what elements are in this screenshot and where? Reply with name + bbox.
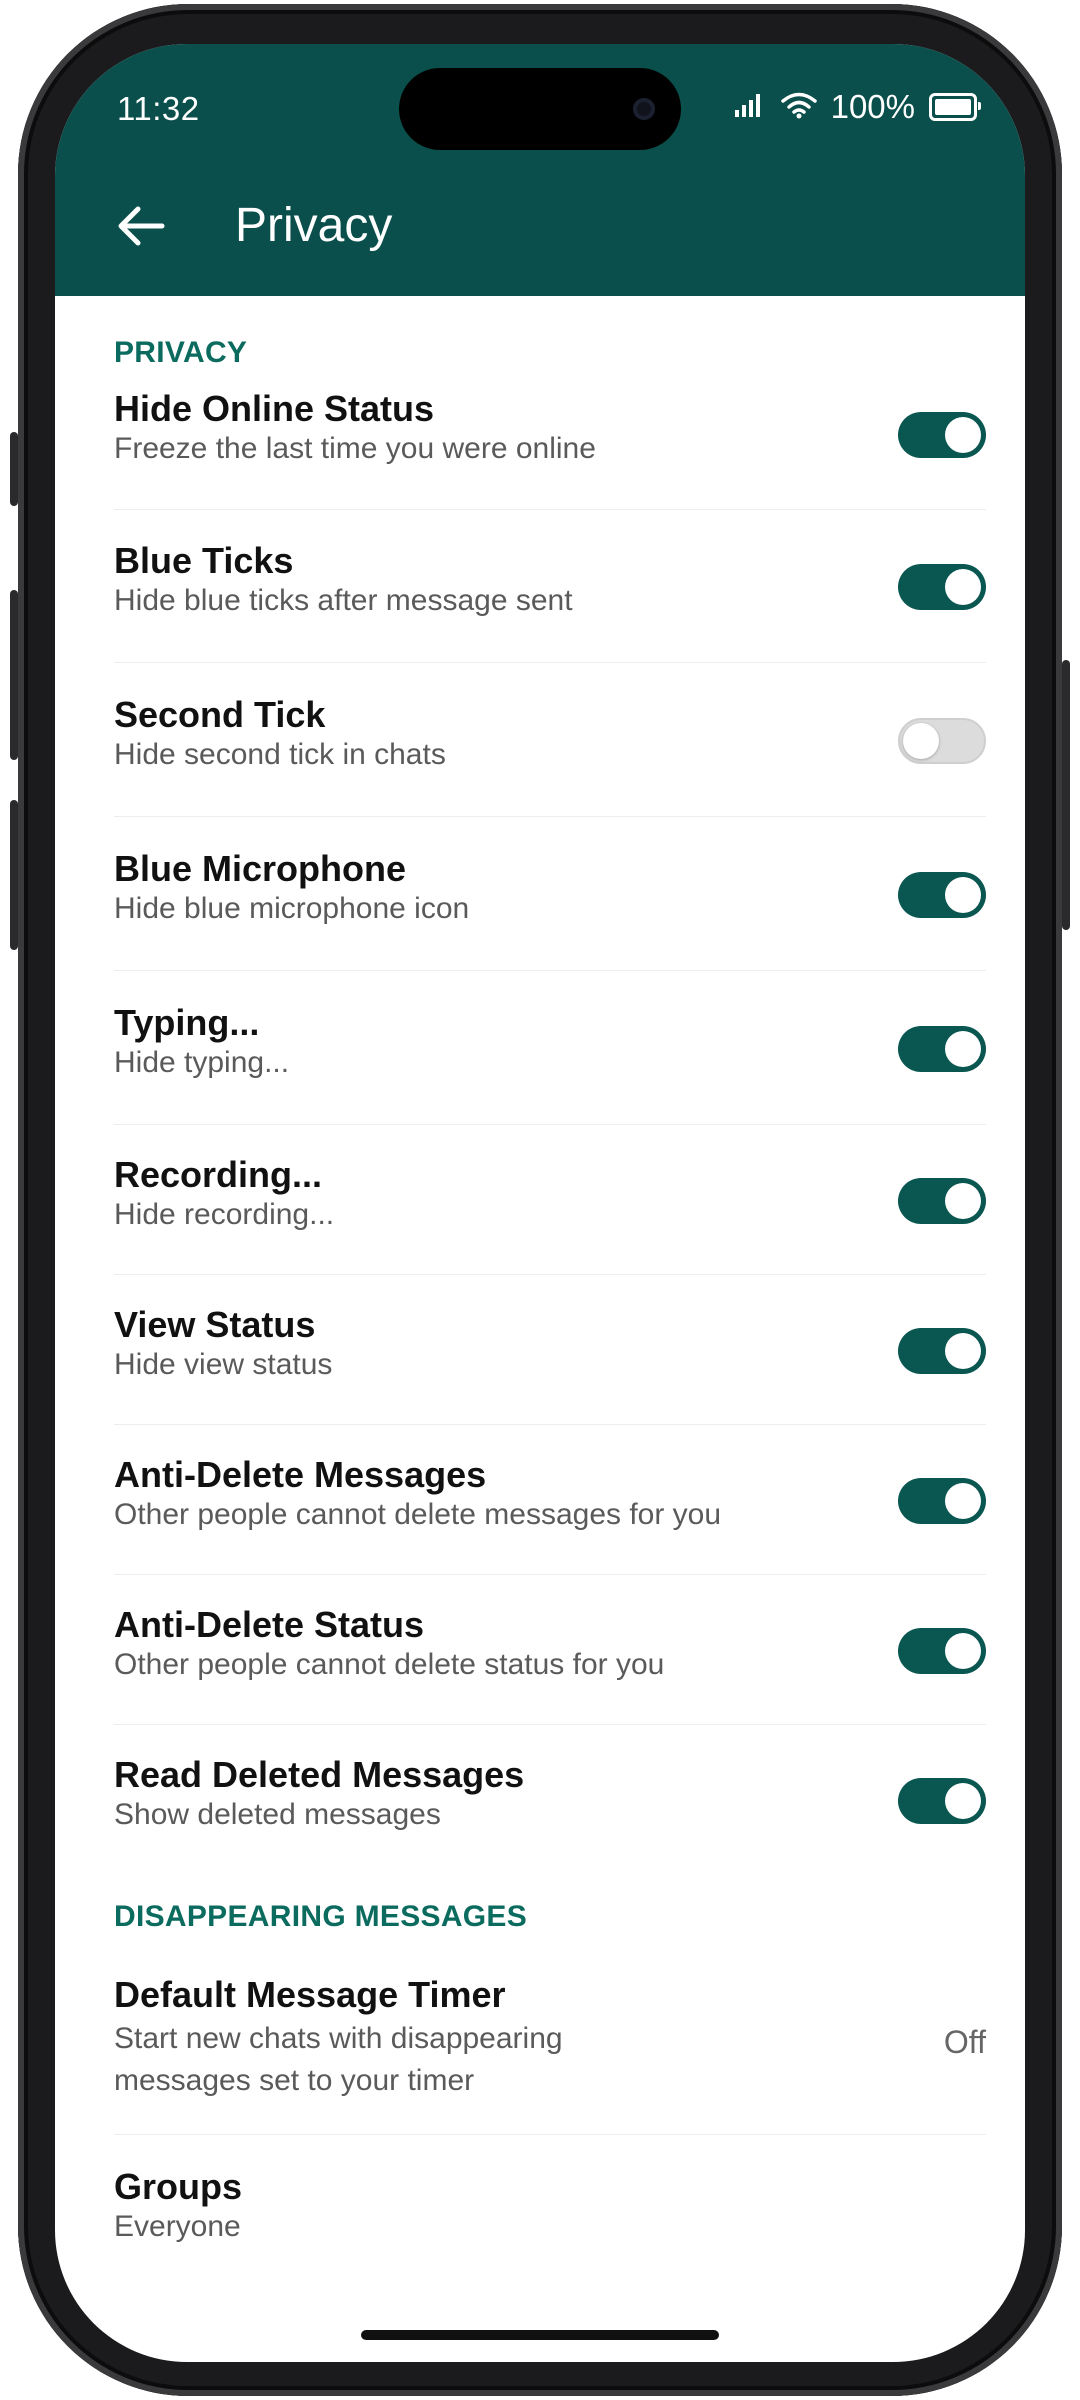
- home-indicator[interactable]: [361, 2330, 719, 2340]
- setting-default-message-timer[interactable]: Default Message Timer Start new chats wi…: [114, 1974, 986, 2135]
- setting-subtitle: Other people cannot delete messages for …: [114, 1498, 722, 1531]
- setting-subtitle-line-1: Start new chats with disappearing: [114, 2022, 563, 2055]
- battery-icon: [929, 93, 981, 121]
- section-header-privacy: PRIVACY: [114, 336, 248, 369]
- battery-percentage: 100%: [830, 88, 915, 125]
- setting-title: View Status: [114, 1304, 316, 1345]
- divider: [114, 1724, 986, 1725]
- setting-subtitle: Hide blue ticks after message sent: [114, 584, 573, 617]
- read-deleted-messages-toggle[interactable]: [898, 1778, 986, 1824]
- action-button: [10, 432, 18, 506]
- dynamic-island: [399, 68, 681, 150]
- setting-typing[interactable]: Typing... Hide typing...: [114, 1002, 986, 1125]
- divider: [114, 816, 986, 817]
- divider: [114, 509, 986, 510]
- setting-view-status[interactable]: View Status Hide view status: [114, 1304, 986, 1425]
- power-button: [1062, 660, 1070, 930]
- divider: [114, 1124, 986, 1125]
- setting-title: Read Deleted Messages: [114, 1754, 525, 1795]
- back-button[interactable]: [111, 196, 171, 256]
- divider: [114, 662, 986, 663]
- setting-title: Second Tick: [114, 694, 326, 735]
- status-time: 11:32: [117, 90, 200, 127]
- setting-title: Typing...: [114, 1002, 260, 1043]
- setting-recording[interactable]: Recording... Hide recording...: [114, 1154, 986, 1275]
- hide-online-status-toggle[interactable]: [898, 412, 986, 458]
- setting-anti-delete-messages[interactable]: Anti-Delete Messages Other people cannot…: [114, 1454, 986, 1575]
- setting-subtitle: Hide recording...: [114, 1198, 335, 1231]
- arrow-left-icon: [118, 206, 165, 246]
- setting-subtitle: Hide second tick in chats: [114, 738, 446, 771]
- setting-title: Default Message Timer: [114, 1974, 506, 2015]
- setting-title: Anti-Delete Messages: [114, 1454, 487, 1495]
- screen: 11:32 100% Privacy PRIVACY Hide Online S…: [55, 44, 1025, 2362]
- recording-toggle[interactable]: [898, 1178, 986, 1224]
- volume-up-button: [10, 590, 18, 760]
- setting-subtitle: Hide blue microphone icon: [114, 892, 470, 925]
- divider: [114, 1274, 986, 1275]
- wifi-icon: [780, 91, 817, 124]
- second-tick-toggle[interactable]: [898, 718, 986, 764]
- setting-groups[interactable]: Groups Everyone: [114, 2166, 986, 2264]
- setting-subtitle: Everyone: [114, 2210, 241, 2243]
- setting-subtitle: Freeze the last time you were online: [114, 432, 596, 465]
- view-status-toggle[interactable]: [898, 1328, 986, 1374]
- setting-title: Blue Microphone: [114, 848, 407, 889]
- divider: [114, 2134, 986, 2135]
- app-bar: 11:32 100% Privacy: [55, 44, 1025, 296]
- status-icons: 100%: [733, 88, 981, 126]
- setting-title: Groups: [114, 2166, 243, 2207]
- setting-subtitle: Show deleted messages: [114, 1798, 441, 1831]
- setting-title: Blue Ticks: [114, 540, 294, 581]
- section-header-disappearing-messages: DISAPPEARING MESSAGES: [114, 1900, 528, 1933]
- divider: [114, 970, 986, 971]
- anti-delete-messages-toggle[interactable]: [898, 1478, 986, 1524]
- front-camera: [633, 98, 655, 120]
- setting-hide-online-status[interactable]: Hide Online Status Freeze the last time …: [114, 388, 986, 510]
- blue-microphone-toggle[interactable]: [898, 872, 986, 918]
- setting-second-tick[interactable]: Second Tick Hide second tick in chats: [114, 694, 986, 817]
- divider: [114, 1574, 986, 1575]
- blue-ticks-toggle[interactable]: [898, 564, 986, 610]
- setting-title: Anti-Delete Status: [114, 1604, 425, 1645]
- divider: [114, 1424, 986, 1425]
- setting-title: Recording...: [114, 1154, 323, 1195]
- setting-read-deleted-messages[interactable]: Read Deleted Messages Show deleted messa…: [114, 1754, 986, 1852]
- volume-down-button: [10, 800, 18, 950]
- anti-delete-status-toggle[interactable]: [898, 1628, 986, 1674]
- typing-toggle[interactable]: [898, 1026, 986, 1072]
- page-title: Privacy: [235, 199, 393, 252]
- setting-subtitle-line-2: messages set to your timer: [114, 2064, 475, 2097]
- phone-device: 11:32 100% Privacy PRIVACY Hide Online S…: [0, 0, 1080, 2400]
- setting-blue-ticks[interactable]: Blue Ticks Hide blue ticks after message…: [114, 540, 986, 663]
- setting-anti-delete-status[interactable]: Anti-Delete Status Other people cannot d…: [114, 1604, 986, 1725]
- timer-value: Off: [943, 2024, 986, 2060]
- setting-title: Hide Online Status: [114, 388, 435, 429]
- setting-subtitle: Hide view status: [114, 1348, 333, 1381]
- setting-subtitle: Other people cannot delete status for yo…: [114, 1648, 665, 1681]
- setting-blue-microphone[interactable]: Blue Microphone Hide blue microphone ico…: [114, 848, 986, 971]
- setting-subtitle: Hide typing...: [114, 1046, 290, 1079]
- cellular-signal-icon: [733, 91, 767, 124]
